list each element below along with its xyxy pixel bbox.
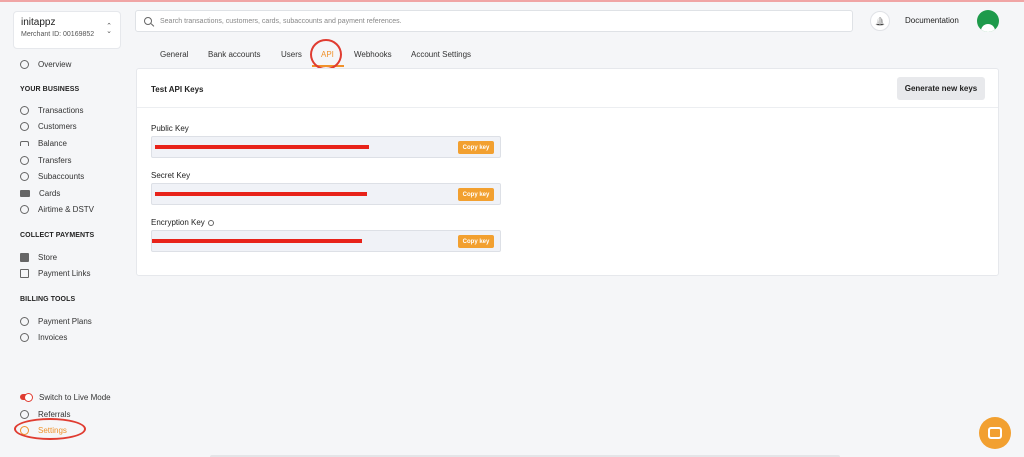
- tab-general[interactable]: General: [160, 50, 188, 59]
- merchant-switcher[interactable]: initappz Merchant ID: 00169852 ⌃ ⌄: [13, 11, 121, 49]
- api-keys-panel: Test API Keys Generate new keys Public K…: [136, 68, 999, 276]
- panel-header: Test API Keys Generate new keys: [137, 69, 998, 108]
- info-icon[interactable]: [207, 219, 214, 226]
- section-title-collect-payments: COLLECT PAYMENTS: [20, 232, 95, 239]
- settings-annotation-circle: [14, 418, 86, 440]
- sidebar-item-label: Overview: [38, 59, 72, 69]
- balance-icon: [20, 140, 29, 146]
- dashboard-icon: [20, 59, 29, 69]
- section-title-billing-tools: BILLING TOOLS: [20, 296, 76, 303]
- referrals-icon: [20, 409, 29, 419]
- redaction-mark: [155, 192, 367, 196]
- sidebar-item-label: Invoices: [38, 332, 68, 342]
- chat-icon: [988, 427, 1002, 439]
- secret-key-field[interactable]: Copy key: [151, 183, 501, 205]
- bell-icon[interactable]: 🔔: [870, 11, 890, 31]
- sidebar-item-label: Transfers: [38, 155, 72, 165]
- secret-key-label: Secret Key: [151, 171, 191, 180]
- sidebar-item-transactions[interactable]: Transactions: [20, 104, 84, 116]
- sidebar-item-cards[interactable]: Cards: [20, 187, 60, 199]
- bell-glyph: 🔔: [875, 16, 885, 26]
- search-icon: [144, 17, 152, 25]
- chevron-updown-icon: ⌃ ⌄: [106, 23, 112, 35]
- api-annotation-circle: [310, 39, 342, 70]
- sidebar-item-balance[interactable]: Balance: [20, 137, 67, 149]
- sidebar-item-label: Cards: [39, 188, 61, 198]
- copy-public-key-button[interactable]: Copy key: [458, 141, 494, 154]
- chat-support-button[interactable]: [979, 417, 1011, 449]
- public-key-field[interactable]: Copy key: [151, 136, 501, 158]
- encryption-key-field[interactable]: Copy key: [151, 230, 501, 252]
- sidebar-item-label: Payment Links: [38, 268, 91, 278]
- sidebar-item-label: Airtime & DSTV: [38, 204, 95, 214]
- invoices-icon: [20, 332, 29, 342]
- section-title-your-business: YOUR BUSINESS: [20, 86, 80, 93]
- generate-keys-button[interactable]: Generate new keys: [897, 77, 985, 100]
- live-mode-toggle[interactable]: Switch to Live Mode: [20, 391, 111, 403]
- tab-webhooks[interactable]: Webhooks: [354, 50, 392, 59]
- tab-account-settings[interactable]: Account Settings: [411, 50, 471, 59]
- sidebar-item-payment-links[interactable]: Payment Links: [20, 267, 90, 279]
- panel-title: Test API Keys: [151, 85, 204, 94]
- documentation-link[interactable]: Documentation: [905, 16, 959, 25]
- avatar[interactable]: [977, 10, 999, 32]
- sidebar-item-label: Customers: [38, 121, 77, 131]
- redaction-mark: [155, 145, 369, 149]
- sidebar-item-label: Balance: [38, 138, 67, 148]
- public-key-label: Public Key: [151, 124, 189, 133]
- sidebar-item-label: Payment Plans: [38, 316, 92, 326]
- sidebar-item-invoices[interactable]: Invoices: [20, 331, 67, 343]
- subaccounts-icon: [20, 171, 29, 181]
- customers-icon: [20, 121, 29, 131]
- redaction-mark: [152, 239, 362, 243]
- copy-encryption-key-button[interactable]: Copy key: [458, 235, 494, 248]
- sidebar-item-label: Transactions: [38, 105, 84, 115]
- transfers-icon: [20, 155, 29, 165]
- search-bar[interactable]: Search transactions, customers, cards, s…: [135, 10, 853, 32]
- copy-secret-key-button[interactable]: Copy key: [458, 188, 494, 201]
- sidebar: initappz Merchant ID: 00169852 ⌃ ⌄ Overvi…: [0, 4, 128, 457]
- sidebar-item-transfers[interactable]: Transfers: [20, 154, 72, 166]
- encryption-key-text: Encryption Key: [151, 218, 205, 227]
- payment-plans-icon: [20, 316, 29, 326]
- sidebar-item-label: Subaccounts: [38, 171, 85, 181]
- merchant-name: initappz: [21, 17, 56, 28]
- card-icon: [20, 189, 30, 197]
- tab-users[interactable]: Users: [281, 50, 302, 59]
- sidebar-item-store[interactable]: Store: [20, 251, 57, 263]
- tab-bank-accounts[interactable]: Bank accounts: [208, 50, 260, 59]
- toggle-switch[interactable]: [20, 393, 33, 402]
- link-icon: [20, 268, 29, 278]
- sidebar-item-airtime[interactable]: Airtime & DSTV: [20, 203, 94, 215]
- encryption-key-label: Encryption Key: [151, 218, 214, 227]
- merchant-id: Merchant ID: 00169852: [21, 31, 95, 38]
- store-icon: [20, 252, 29, 262]
- sidebar-item-payment-plans[interactable]: Payment Plans: [20, 315, 92, 327]
- sidebar-item-customers[interactable]: Customers: [20, 120, 77, 132]
- sidebar-item-label: Store: [38, 252, 58, 262]
- airtime-icon: [20, 204, 29, 214]
- sidebar-item-subaccounts[interactable]: Subaccounts: [20, 170, 84, 182]
- live-mode-label: Switch to Live Mode: [39, 392, 111, 402]
- search-placeholder: Search transactions, customers, cards, s…: [160, 17, 402, 25]
- sidebar-item-overview[interactable]: Overview: [20, 58, 71, 70]
- transactions-icon: [20, 105, 29, 115]
